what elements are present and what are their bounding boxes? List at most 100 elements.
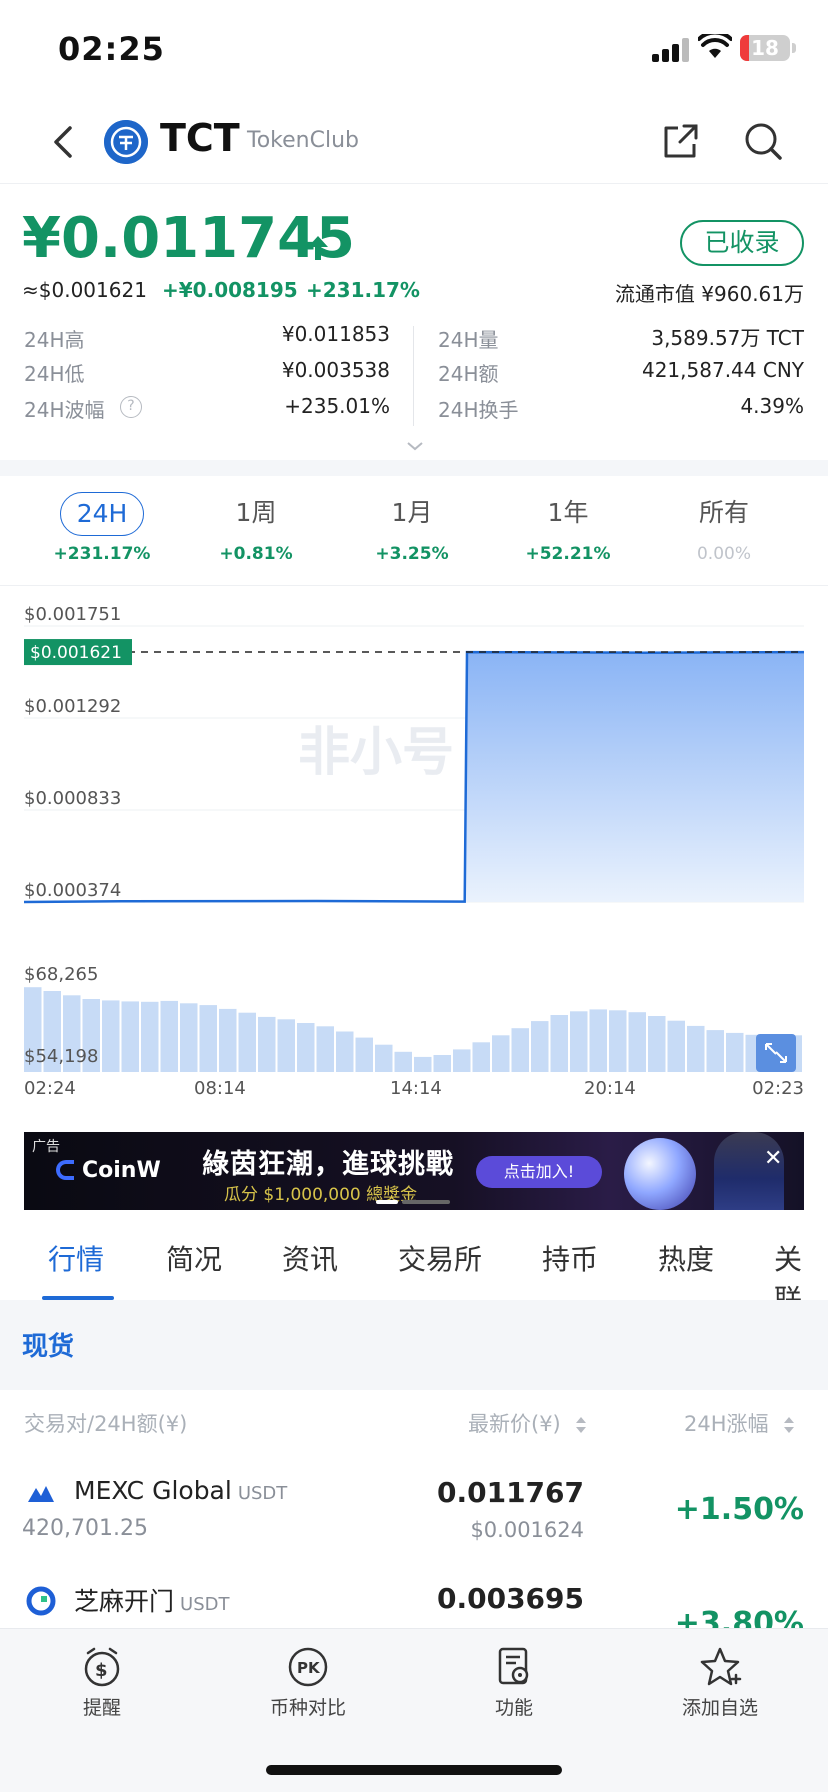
price-chart[interactable]: 非小号 $0.001751 $0.001292 $0.000833 $0.000374…: [0, 590, 828, 950]
stat-low-label: 24H低: [24, 362, 85, 386]
ad-cta-button[interactable]: 点击加入!: [476, 1156, 602, 1188]
coin-name: TokenClub: [247, 128, 359, 153]
stat-turnover-label: 24H换手: [438, 398, 519, 422]
tab-popularity[interactable]: 热度: [658, 1238, 714, 1278]
col-price-header[interactable]: 最新价(¥): [468, 1408, 587, 1438]
col-change-header[interactable]: 24H涨幅: [684, 1408, 795, 1438]
close-icon[interactable]: ✕: [764, 1146, 782, 1171]
volume-bar: [102, 1000, 120, 1072]
tab-overview[interactable]: 简况: [166, 1238, 222, 1278]
pk-icon: PK: [288, 1647, 328, 1687]
stat-low-value: ¥0.003538: [281, 358, 390, 382]
pair-price: 0.003695: [436, 1582, 584, 1615]
pair-change: +1.50%: [674, 1492, 804, 1527]
period-tab-month[interactable]: 1月 +3.25%: [352, 492, 472, 564]
volume-bar: [180, 1003, 198, 1072]
usd-price: ≈$0.001621: [22, 278, 147, 302]
y-tick-label: $0.001292: [24, 696, 121, 717]
svg-text:PK: PK: [297, 1659, 321, 1677]
search-icon[interactable]: [742, 120, 784, 162]
volume-bar: [492, 1035, 510, 1072]
tct-logo-icon: [104, 120, 148, 164]
ad-brand: CoinW: [82, 1158, 161, 1183]
compare-button[interactable]: PK 币种对比: [238, 1645, 378, 1720]
alarm-icon: $: [84, 1647, 120, 1687]
cellular-signal-icon: [652, 38, 690, 62]
tab-market[interactable]: 行情: [48, 1238, 104, 1278]
stat-turnover-value: 4.39%: [740, 394, 804, 418]
content-tabs: 行情 简况 资讯 交易所 持币 热度 关联: [0, 1220, 828, 1316]
period-tab-all[interactable]: 所有 0.00%: [664, 492, 784, 564]
stats-divider: [413, 326, 414, 426]
stat-amp-value: +235.01%: [284, 394, 390, 418]
tab-news[interactable]: 资讯: [282, 1238, 338, 1278]
gate-logo-icon: [26, 1586, 56, 1616]
x-tick-label: 20:14: [584, 1078, 636, 1099]
volume-bar: [433, 1055, 451, 1072]
volume-bar: [570, 1011, 588, 1072]
star-add-icon: [700, 1647, 742, 1686]
carousel-dots: [376, 1200, 450, 1204]
period-tab-week[interactable]: 1周 +0.81%: [196, 492, 316, 564]
price-change-pct: +231.17%: [306, 278, 420, 302]
volume-bar: [414, 1056, 432, 1072]
volume-chart[interactable]: $68,265 $54,198 02:24 08:14 14:14 20:14 02:23: [0, 960, 828, 1100]
volume-bar: [687, 1025, 705, 1072]
period-tabs: 24H +231.17% 1周 +0.81% 1月 +3.25% 1年 +52.…: [0, 476, 828, 586]
chart-watermark: 非小号: [298, 723, 454, 783]
volume-bar: [277, 1019, 295, 1072]
current-price-tag-text: $0.001621: [30, 643, 122, 663]
sort-icon: [576, 1417, 587, 1433]
stat-high-value: ¥0.011853: [281, 322, 390, 346]
function-button[interactable]: 功能: [444, 1645, 584, 1720]
period-tab-24h[interactable]: 24H +231.17%: [42, 492, 162, 564]
svg-text:$: $: [95, 1660, 108, 1681]
player-image: [714, 1132, 784, 1210]
current-price: ¥0.011745: [22, 206, 355, 271]
volume-bar: [609, 1010, 627, 1072]
volume-bar: [648, 1016, 666, 1072]
stat-amount-label: 24H额: [438, 362, 499, 386]
ad-tag: 广告: [32, 1139, 60, 1155]
back-icon[interactable]: [44, 122, 84, 162]
stat-amp-label: 24H波幅: [24, 398, 105, 422]
volume-bar: [238, 1012, 256, 1072]
volume-bar: [316, 1026, 334, 1072]
status-bar: 02:25 18: [0, 0, 828, 100]
wifi-icon: [698, 34, 732, 58]
share-icon[interactable]: [660, 120, 702, 162]
volume-bar: [160, 1000, 178, 1072]
tab-exchanges[interactable]: 交易所: [398, 1238, 482, 1278]
list-header: 交易对/24H额(¥) 最新价(¥) 24H涨幅: [0, 1390, 828, 1448]
table-row[interactable]: MEXC Global USDT 420,701.25 0.011767 $0.0…: [0, 1454, 828, 1564]
ad-banner[interactable]: 广告 CoinW 綠茵狂潮，進球挑戰 瓜分 $1,000,000 總獎金 点击加…: [24, 1132, 804, 1210]
coin-symbol: TCT: [160, 116, 240, 160]
market-cap: 流通市值 ¥960.61万: [614, 282, 804, 306]
volume-bar: [336, 1031, 354, 1072]
listed-badge[interactable]: 已收录: [680, 220, 804, 266]
alert-button[interactable]: $ 提醒: [32, 1645, 172, 1720]
price-up-arrow-icon: [308, 236, 328, 260]
status-time: 02:25: [58, 30, 165, 68]
add-watchlist-button[interactable]: 添加自选: [650, 1645, 790, 1720]
volume-bar: [199, 1005, 217, 1072]
pair-price-usd: $0.001624: [470, 1518, 584, 1542]
period-tab-year[interactable]: 1年 +52.21%: [508, 492, 628, 564]
chevron-down-icon[interactable]: [406, 440, 424, 452]
tab-holders[interactable]: 持币: [542, 1238, 598, 1278]
price-block: ¥0.011745 已收录 ≈$0.001621 +¥0.008195 +231…: [0, 186, 828, 458]
volume-bar: [297, 1023, 315, 1072]
volume-bar: [531, 1021, 549, 1072]
sort-icon: [784, 1417, 795, 1433]
volume-bar: [511, 1028, 529, 1072]
pair-price: 0.011767: [436, 1476, 584, 1509]
stat-amount-value: 421,587.44 CNY: [641, 358, 804, 382]
help-icon[interactable]: ?: [120, 396, 142, 418]
volume-bar: [219, 1008, 237, 1072]
exchange-name: 芝麻开门 USDT: [74, 1587, 230, 1616]
coin-header: TCT TokenClub: [0, 100, 828, 184]
y-tick-label: $0.000374: [24, 880, 121, 901]
x-tick-label: 14:14: [390, 1078, 442, 1099]
volume-bar: [726, 1032, 744, 1072]
coinw-logo-icon: [56, 1160, 74, 1180]
